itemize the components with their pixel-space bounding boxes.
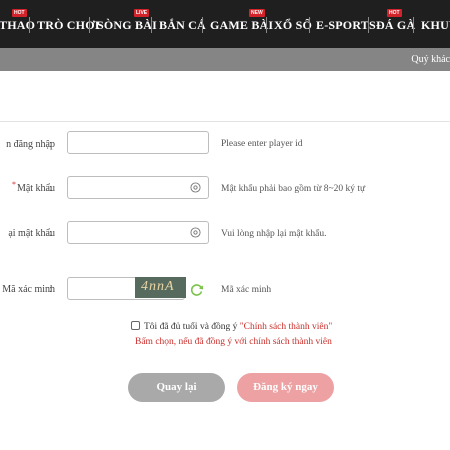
nav-divider bbox=[266, 17, 267, 33]
password-input[interactable] bbox=[67, 176, 209, 199]
member-policy-link[interactable]: "Chính sách thành viên" bbox=[240, 322, 332, 332]
announcement-bar: Quý khác bbox=[0, 48, 450, 71]
announcement-text: Quý khác bbox=[411, 54, 450, 65]
hot-badge: HOT bbox=[387, 9, 402, 17]
eye-icon[interactable] bbox=[190, 182, 201, 193]
captcha-colon: : bbox=[49, 284, 52, 295]
required-mark: * bbox=[11, 180, 16, 189]
agree-text: Tôi đã đủ tuổi và đồng ý bbox=[144, 322, 238, 332]
hot-badge: HOT bbox=[12, 9, 27, 17]
live-badge: LIVE bbox=[134, 9, 150, 17]
confirm-password-input[interactable] bbox=[67, 221, 209, 244]
nav-divider bbox=[368, 17, 369, 33]
nav-divider bbox=[29, 17, 30, 33]
nav-item-song-bai[interactable]: SÒNG BÀI bbox=[97, 18, 157, 34]
nav-item-game-bai[interactable]: GAME BÀI bbox=[210, 18, 273, 34]
nav-divider bbox=[413, 17, 414, 33]
captcha-image: 4nnA bbox=[135, 277, 186, 298]
username-label: n đăng nhập bbox=[6, 139, 55, 150]
password-hint: Mật khẩu phải bao gồm từ 8~20 ký tự bbox=[221, 184, 366, 194]
nav-item-ban-ca[interactable]: BẮN CÁ bbox=[159, 18, 206, 34]
confirm-password-hint: Vui lòng nhập lại mật khẩu. bbox=[221, 229, 327, 239]
password-colon: : bbox=[49, 183, 52, 194]
captcha-label: Mã xác minh bbox=[2, 284, 55, 295]
nav-item-tro-choi[interactable]: TRÒ CHƠI bbox=[37, 18, 100, 34]
captcha-code: 4nnA bbox=[141, 279, 175, 294]
username-input[interactable] bbox=[67, 131, 209, 154]
nav-item-khuyen-mai[interactable]: KHUYẾ bbox=[421, 18, 450, 34]
confirm-password-colon: : bbox=[49, 228, 52, 239]
refresh-icon[interactable] bbox=[190, 283, 204, 297]
registration-page: HOT THAO TRÒ CHƠI LIVE SÒNG BÀI BẮN CÁ N… bbox=[0, 0, 450, 450]
back-button[interactable]: Quay lại bbox=[128, 373, 225, 402]
new-badge: NEW bbox=[249, 9, 265, 17]
register-button[interactable]: Đăng ký ngay bbox=[237, 373, 334, 402]
nav-item-xo-so[interactable]: XỔ SỐ bbox=[274, 18, 312, 34]
nav-item-e-sports[interactable]: E-SPORTS bbox=[316, 18, 376, 34]
username-hint: Please enter player id bbox=[221, 139, 303, 149]
top-navigation: HOT THAO TRÒ CHƠI LIVE SÒNG BÀI BẮN CÁ N… bbox=[0, 0, 450, 48]
section-divider bbox=[0, 121, 450, 122]
nav-item-da-ga[interactable]: ĐÁ GÀ bbox=[376, 18, 415, 34]
confirm-password-label: ại mật khẩu bbox=[8, 228, 55, 239]
nav-divider bbox=[89, 17, 90, 33]
nav-divider bbox=[309, 17, 310, 33]
username-colon: : bbox=[49, 139, 52, 150]
agreement-row: Tôi đã đủ tuổi và đồng ý "Chính sách thà… bbox=[131, 321, 332, 332]
agreement-warning: Bấm chọn, nếu đã đồng ý với chính sách t… bbox=[135, 337, 332, 347]
eye-icon[interactable] bbox=[190, 227, 201, 238]
nav-divider bbox=[151, 17, 152, 33]
captcha-hint: Mã xác minh bbox=[221, 285, 272, 295]
nav-divider bbox=[202, 17, 203, 33]
agree-checkbox[interactable] bbox=[131, 321, 140, 330]
